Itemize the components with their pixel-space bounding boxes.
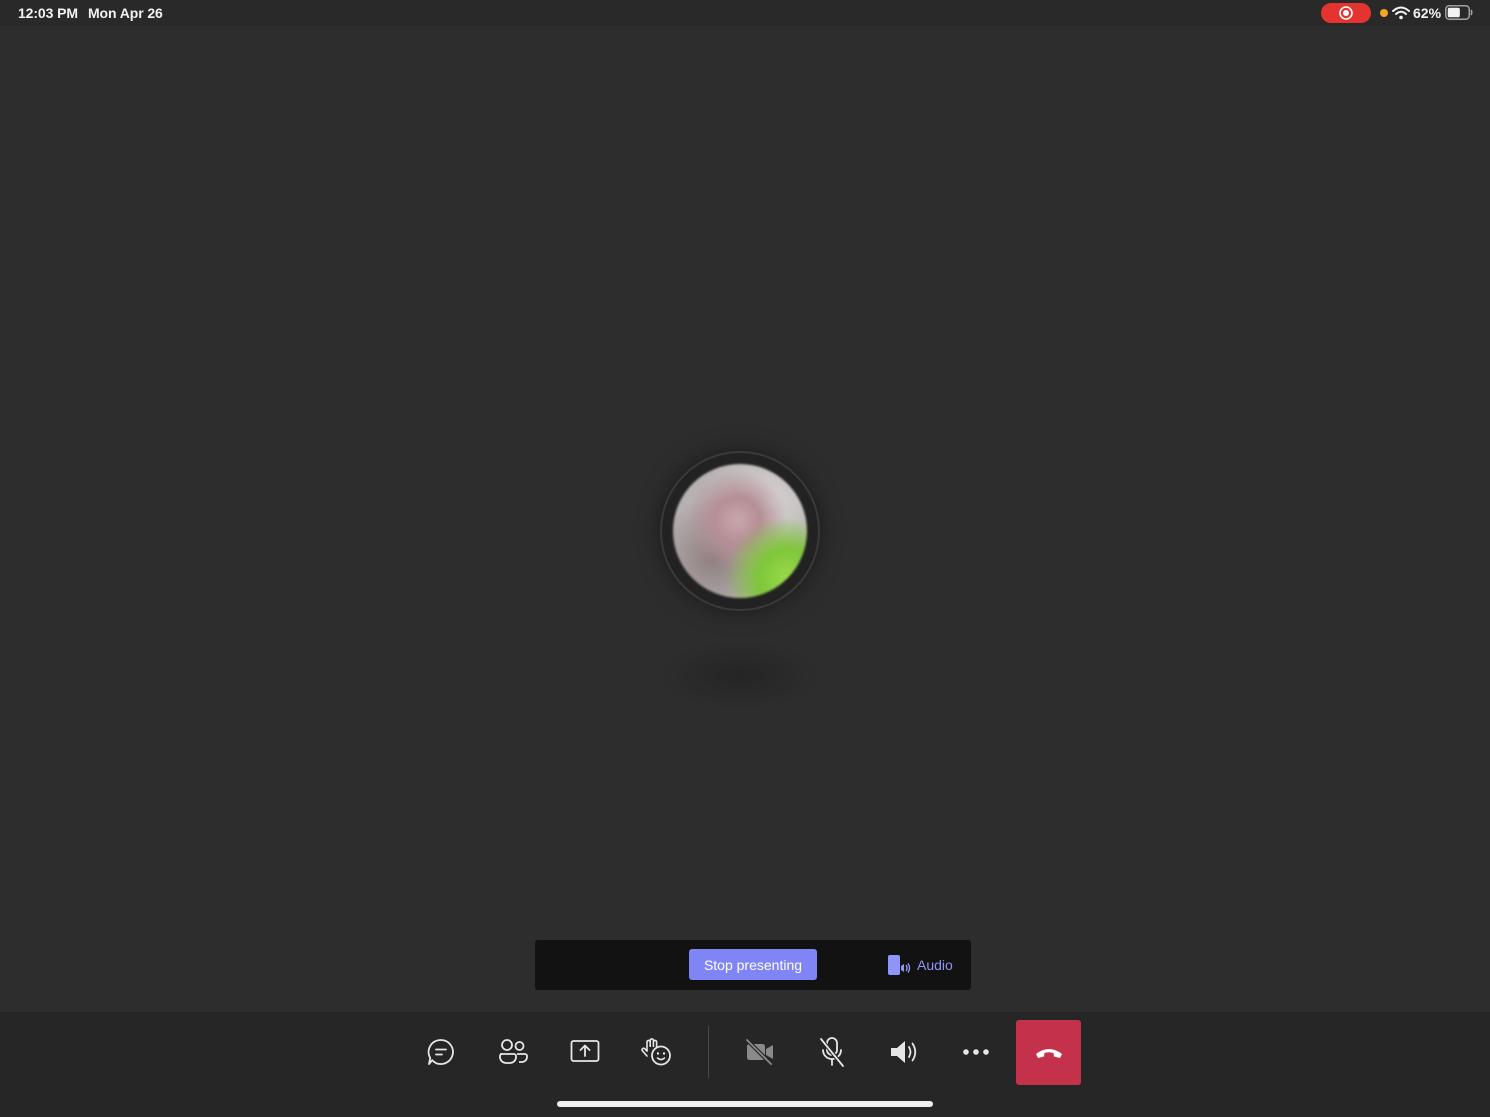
home-indicator[interactable] — [557, 1101, 933, 1107]
participant-avatar — [673, 464, 807, 598]
mic-off-icon — [819, 1037, 845, 1068]
stop-presenting-button[interactable]: Stop presenting — [689, 949, 817, 980]
status-date: Mon Apr 26 — [88, 5, 163, 21]
people-icon — [499, 1039, 528, 1064]
status-bar: 12:03 PM Mon Apr 26 62% — [0, 0, 1490, 26]
audio-label: Audio — [917, 957, 953, 973]
hang-up-button[interactable] — [1016, 1020, 1081, 1085]
presenting-bar: Stop presenting Audio — [535, 940, 971, 990]
reactions-button[interactable] — [625, 1020, 689, 1084]
avatar-shadow — [660, 640, 820, 710]
more-button[interactable] — [944, 1020, 1008, 1084]
battery-icon — [1445, 5, 1473, 20]
share-screen-icon — [570, 1040, 600, 1062]
speaker-icon — [891, 1041, 917, 1063]
more-horizontal-icon — [963, 1049, 989, 1055]
participants-button[interactable] — [481, 1020, 545, 1084]
microphone-button[interactable] — [800, 1020, 864, 1084]
wifi-icon — [1392, 6, 1410, 20]
chat-button[interactable] — [409, 1020, 473, 1084]
raise-hand-emoji-icon — [641, 1038, 671, 1066]
phone-speaker-icon — [888, 955, 911, 975]
chat-bubble-icon — [427, 1039, 454, 1065]
video-off-icon — [745, 1039, 773, 1065]
status-time: 12:03 PM — [18, 5, 78, 21]
record-icon — [1339, 6, 1353, 20]
audio-button[interactable]: Audio — [887, 952, 953, 978]
hang-up-phone-icon — [1035, 1048, 1062, 1058]
screen-recording-indicator[interactable] — [1321, 3, 1371, 23]
participant-avatar-ring[interactable] — [662, 453, 818, 609]
camera-button[interactable] — [728, 1020, 792, 1084]
battery-percent: 62% — [1413, 5, 1442, 21]
toolbar-divider — [708, 1026, 709, 1078]
speaker-button[interactable] — [872, 1020, 936, 1084]
teams-call-screen: 12:03 PM Mon Apr 26 62% Stop presenting — [0, 0, 1490, 1117]
mic-in-use-indicator — [1380, 9, 1388, 17]
share-button[interactable] — [553, 1020, 617, 1084]
